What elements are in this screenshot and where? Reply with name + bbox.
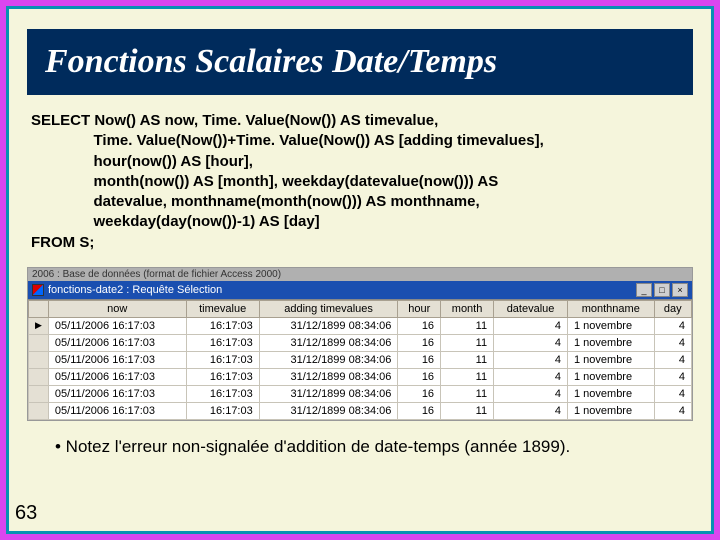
query-icon [32,284,44,296]
cell-timevalue: 16:17:03 [186,351,259,368]
cell-month: 11 [441,402,494,419]
col-header[interactable]: timevalue [186,300,259,317]
cell-hour: 16 [398,351,441,368]
cell-day: 4 [654,368,691,385]
window-controls: _ □ × [636,283,688,297]
table-row[interactable]: 05/11/2006 16:17:0316:17:0331/12/1899 08… [29,385,692,402]
cell-month: 11 [441,334,494,351]
close-button[interactable]: × [672,283,688,297]
cell-monthname: 1 novembre [568,334,655,351]
cell-hour: 16 [398,402,441,419]
col-header[interactable]: monthname [568,300,655,317]
col-header[interactable]: adding timevalues [259,300,398,317]
cell-month: 11 [441,317,494,334]
cell-adding: 31/12/1899 08:34:06 [259,385,398,402]
cell-now: 05/11/2006 16:17:03 [48,402,186,419]
cell-timevalue: 16:17:03 [186,317,259,334]
slide: Fonctions Scalaires Date/Temps SELECT No… [6,6,714,534]
cell-timevalue: 16:17:03 [186,402,259,419]
footnote: • Notez l'erreur non-signalée d'addition… [27,437,693,457]
page-number: 63 [15,502,37,525]
cell-datevalue: 4 [494,385,568,402]
cell-monthname: 1 novembre [568,385,655,402]
cell-day: 4 [654,317,691,334]
cell-hour: 16 [398,385,441,402]
cell-now: 05/11/2006 16:17:03 [48,385,186,402]
row-selector[interactable] [29,402,49,419]
header-row: now timevalue adding timevalues hour mon… [29,300,692,317]
row-selector[interactable]: ▶ [29,317,49,334]
cell-hour: 16 [398,317,441,334]
sql-code: SELECT Now() AS now, Time. Value(Now()) … [27,111,693,261]
col-header[interactable]: month [441,300,494,317]
cell-hour: 16 [398,334,441,351]
table-row[interactable]: 05/11/2006 16:17:0316:17:0331/12/1899 08… [29,334,692,351]
col-header[interactable]: hour [398,300,441,317]
cell-datevalue: 4 [494,351,568,368]
cell-month: 11 [441,351,494,368]
cell-datevalue: 4 [494,317,568,334]
table-row[interactable]: 05/11/2006 16:17:0316:17:0331/12/1899 08… [29,351,692,368]
col-header[interactable]: day [654,300,691,317]
cell-timevalue: 16:17:03 [186,368,259,385]
cell-now: 05/11/2006 16:17:03 [48,368,186,385]
cell-now: 05/11/2006 16:17:03 [48,334,186,351]
table-row[interactable]: 05/11/2006 16:17:0316:17:0331/12/1899 08… [29,402,692,419]
row-selector[interactable] [29,385,49,402]
cell-adding: 31/12/1899 08:34:06 [259,368,398,385]
table-row[interactable]: ▶05/11/2006 16:17:0316:17:0331/12/1899 0… [29,317,692,334]
table-row[interactable]: 05/11/2006 16:17:0316:17:0331/12/1899 08… [29,368,692,385]
query-window-title: fonctions-date2 : Requête Sélection [48,284,222,296]
query-window-titlebar: fonctions-date2 : Requête Sélection _ □ … [28,281,692,299]
cell-timevalue: 16:17:03 [186,334,259,351]
col-header[interactable]: now [48,300,186,317]
cell-monthname: 1 novembre [568,317,655,334]
cell-monthname: 1 novembre [568,368,655,385]
cell-hour: 16 [398,368,441,385]
cell-day: 4 [654,334,691,351]
cell-monthname: 1 novembre [568,402,655,419]
cell-now: 05/11/2006 16:17:03 [48,317,186,334]
cell-month: 11 [441,385,494,402]
cell-datevalue: 4 [494,368,568,385]
cell-day: 4 [654,385,691,402]
cell-datevalue: 4 [494,402,568,419]
cell-monthname: 1 novembre [568,351,655,368]
cell-adding: 31/12/1899 08:34:06 [259,334,398,351]
cell-now: 05/11/2006 16:17:03 [48,351,186,368]
cell-day: 4 [654,351,691,368]
cell-adding: 31/12/1899 08:34:06 [259,351,398,368]
access-window: 2006 : Base de données (format de fichie… [27,267,693,421]
cell-datevalue: 4 [494,334,568,351]
outer-window-caption: 2006 : Base de données (format de fichie… [28,268,692,281]
minimize-button[interactable]: _ [636,283,652,297]
cell-adding: 31/12/1899 08:34:06 [259,317,398,334]
slide-title: Fonctions Scalaires Date/Temps [27,29,693,95]
col-header[interactable]: datevalue [494,300,568,317]
row-selector[interactable] [29,351,49,368]
maximize-button[interactable]: □ [654,283,670,297]
cell-day: 4 [654,402,691,419]
cell-adding: 31/12/1899 08:34:06 [259,402,398,419]
cell-month: 11 [441,368,494,385]
row-selector[interactable] [29,368,49,385]
row-selector[interactable] [29,334,49,351]
cell-timevalue: 16:17:03 [186,385,259,402]
result-grid: now timevalue adding timevalues hour mon… [28,299,692,420]
row-selector-header [29,300,49,317]
